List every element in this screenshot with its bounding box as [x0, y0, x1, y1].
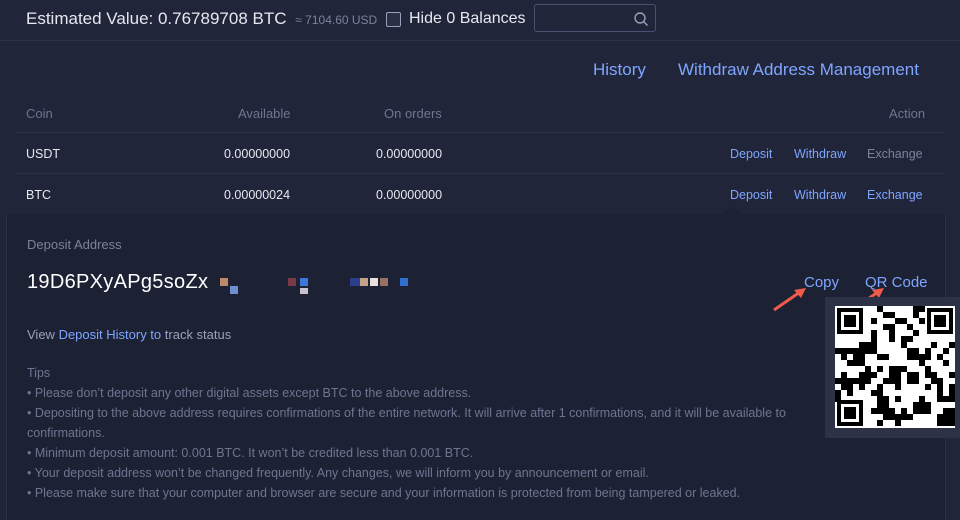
row-btc-deposit-button[interactable]: Deposit: [730, 188, 772, 202]
row-usdt-on-orders: 0.00000000: [376, 147, 443, 161]
address-redaction: [208, 268, 434, 298]
tip-line: • Please don’t deposit any other digital…: [27, 386, 472, 400]
search-box[interactable]: [534, 4, 656, 32]
tip-line: confirmations.: [27, 426, 105, 440]
tips-title: Tips: [27, 366, 51, 380]
header-divider: [0, 40, 960, 41]
row-btc-withdraw-button[interactable]: Withdraw: [794, 188, 846, 202]
row-usdt-withdraw-button[interactable]: Withdraw: [794, 147, 846, 161]
estimated-value-label: Estimated Value: 0.76789708 BTC: [26, 9, 287, 28]
deposit-address-visible: 19D6PXyAPg5soZx: [27, 271, 209, 293]
column-header-coin: Coin: [26, 106, 53, 121]
history-link[interactable]: History: [593, 60, 646, 80]
row-btc-exchange-button[interactable]: Exchange: [867, 188, 923, 202]
row-divider: [16, 173, 944, 174]
tip-line: • Minimum deposit amount: 0.001 BTC. It …: [27, 446, 474, 460]
tip-line: • Your deposit address won’t be changed …: [27, 466, 649, 480]
row-btc-on-orders: 0.00000000: [376, 188, 443, 202]
hide-zero-label: Hide 0 Balances: [409, 10, 526, 27]
hide-zero-balances[interactable]: Hide 0 Balances: [386, 10, 526, 28]
deposit-history-link[interactable]: Deposit History to: [59, 327, 162, 342]
view-prefix: View: [27, 327, 59, 342]
deposit-address-label: Deposit Address: [27, 237, 122, 252]
search-icon[interactable]: [633, 11, 649, 27]
annotation-arrow-copy: [773, 288, 806, 312]
row-btc-available: 0.00000024: [224, 188, 291, 202]
row-usdt-exchange-button[interactable]: Exchange: [867, 147, 923, 161]
estimated-value-usd: ≈ 7104.60 USD: [295, 13, 378, 27]
column-header-available: Available: [238, 106, 291, 121]
hide-zero-checkbox[interactable]: [386, 11, 401, 27]
search-input[interactable]: [535, 5, 630, 31]
tip-line: • Please make sure that your computer an…: [27, 486, 741, 500]
column-header-on-orders: On orders: [384, 106, 442, 121]
table-divider: [16, 132, 944, 133]
panel-pointer: [720, 206, 744, 216]
estimated-value: Estimated Value: 0.76789708 BTC ≈ 7104.6…: [26, 9, 377, 29]
withdraw-address-management-link[interactable]: Withdraw Address Management: [678, 60, 919, 80]
row-usdt-available: 0.00000000: [224, 147, 291, 161]
qr-code-image: [835, 306, 955, 428]
row-usdt-deposit-button[interactable]: Deposit: [730, 147, 772, 161]
row-btc-coin: BTC: [26, 188, 51, 202]
column-header-action: Action: [889, 106, 926, 121]
row-usdt-coin: USDT: [26, 147, 61, 161]
view-suffix: track status: [161, 327, 232, 342]
tip-line: • Depositing to the above address requir…: [27, 406, 786, 420]
tips-section: Tips • Please don’t deposit any other di…: [27, 363, 837, 503]
deposit-history-line: View Deposit History to track status: [27, 327, 231, 342]
deposit-address[interactable]: 19D6PXyAPg5soZx: [27, 271, 208, 294]
